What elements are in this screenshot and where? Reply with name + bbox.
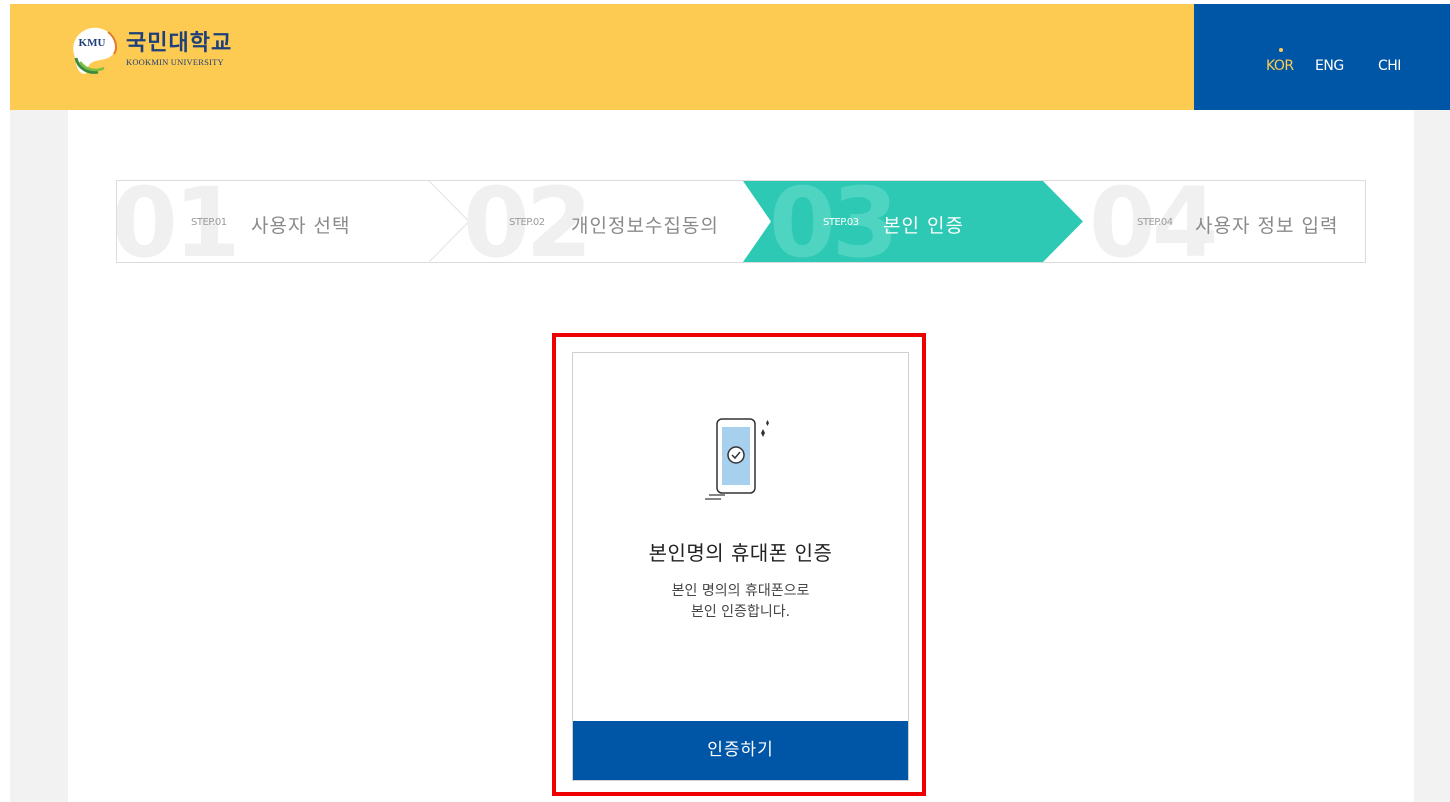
step-4: 04 STEP.04 사용자 정보 입력 <box>1077 181 1365 262</box>
card-title: 본인명의 휴대폰 인증 <box>648 541 833 565</box>
phone-auth-card[interactable]: 본인명의 휴대폰 인증 본인 명의의 휴대폰으로 본인 인증합니다. 인증하기 <box>572 352 909 781</box>
step-2-label-small: STEP.02 <box>509 217 545 228</box>
step-progress-bar: 01 STEP.01 사용자 선택 02 STEP.02 개인정보수집동의 03… <box>116 180 1366 263</box>
university-logo[interactable]: KMU 국민대학교 KOOKMIN UNIVERSITY <box>68 24 232 76</box>
language-bar: KOR ENG CHI <box>1194 4 1450 110</box>
lang-eng[interactable]: ENG <box>1315 58 1344 74</box>
step-3-title: 본인 인증 <box>883 215 964 237</box>
card-description-line-2: 본인 인증합니다. <box>690 604 791 620</box>
lang-chi[interactable]: CHI <box>1378 58 1401 74</box>
step-3-label-small: STEP.03 <box>823 217 859 228</box>
logo-emblem: KMU <box>68 24 120 76</box>
card-description-line-1: 본인 명의의 휴대폰으로 <box>671 583 810 599</box>
logo-name-en: KOOKMIN UNIVERSITY <box>126 57 224 67</box>
step-2: 02 STEP.02 개인정보수집동의 <box>457 181 757 262</box>
step-1-title: 사용자 선택 <box>251 215 351 237</box>
step-4-title: 사용자 정보 입력 <box>1195 215 1339 237</box>
logo-emblem-text: KMU <box>79 37 106 49</box>
step-3: 03 STEP.03 본인 인증 <box>757 181 1077 262</box>
logo-name-kr: 국민대학교 <box>126 31 233 56</box>
step-4-label-small: STEP.04 <box>1137 217 1173 228</box>
step-1: 01 STEP.01 사용자 선택 <box>117 181 437 262</box>
phone-check-icon <box>703 413 783 513</box>
active-language-dot <box>1279 48 1283 52</box>
verify-button[interactable]: 인증하기 <box>573 721 908 780</box>
lang-kor[interactable]: KOR <box>1266 58 1294 74</box>
page: KMU 국민대학교 KOOKMIN UNIVERSITY KOR ENG CHI… <box>0 0 1450 802</box>
card-description: 본인 명의의 휴대폰으로 본인 인증합니다. <box>573 581 908 623</box>
step-1-label-small: STEP.01 <box>191 217 227 228</box>
step-2-title: 개인정보수집동의 <box>571 215 719 237</box>
